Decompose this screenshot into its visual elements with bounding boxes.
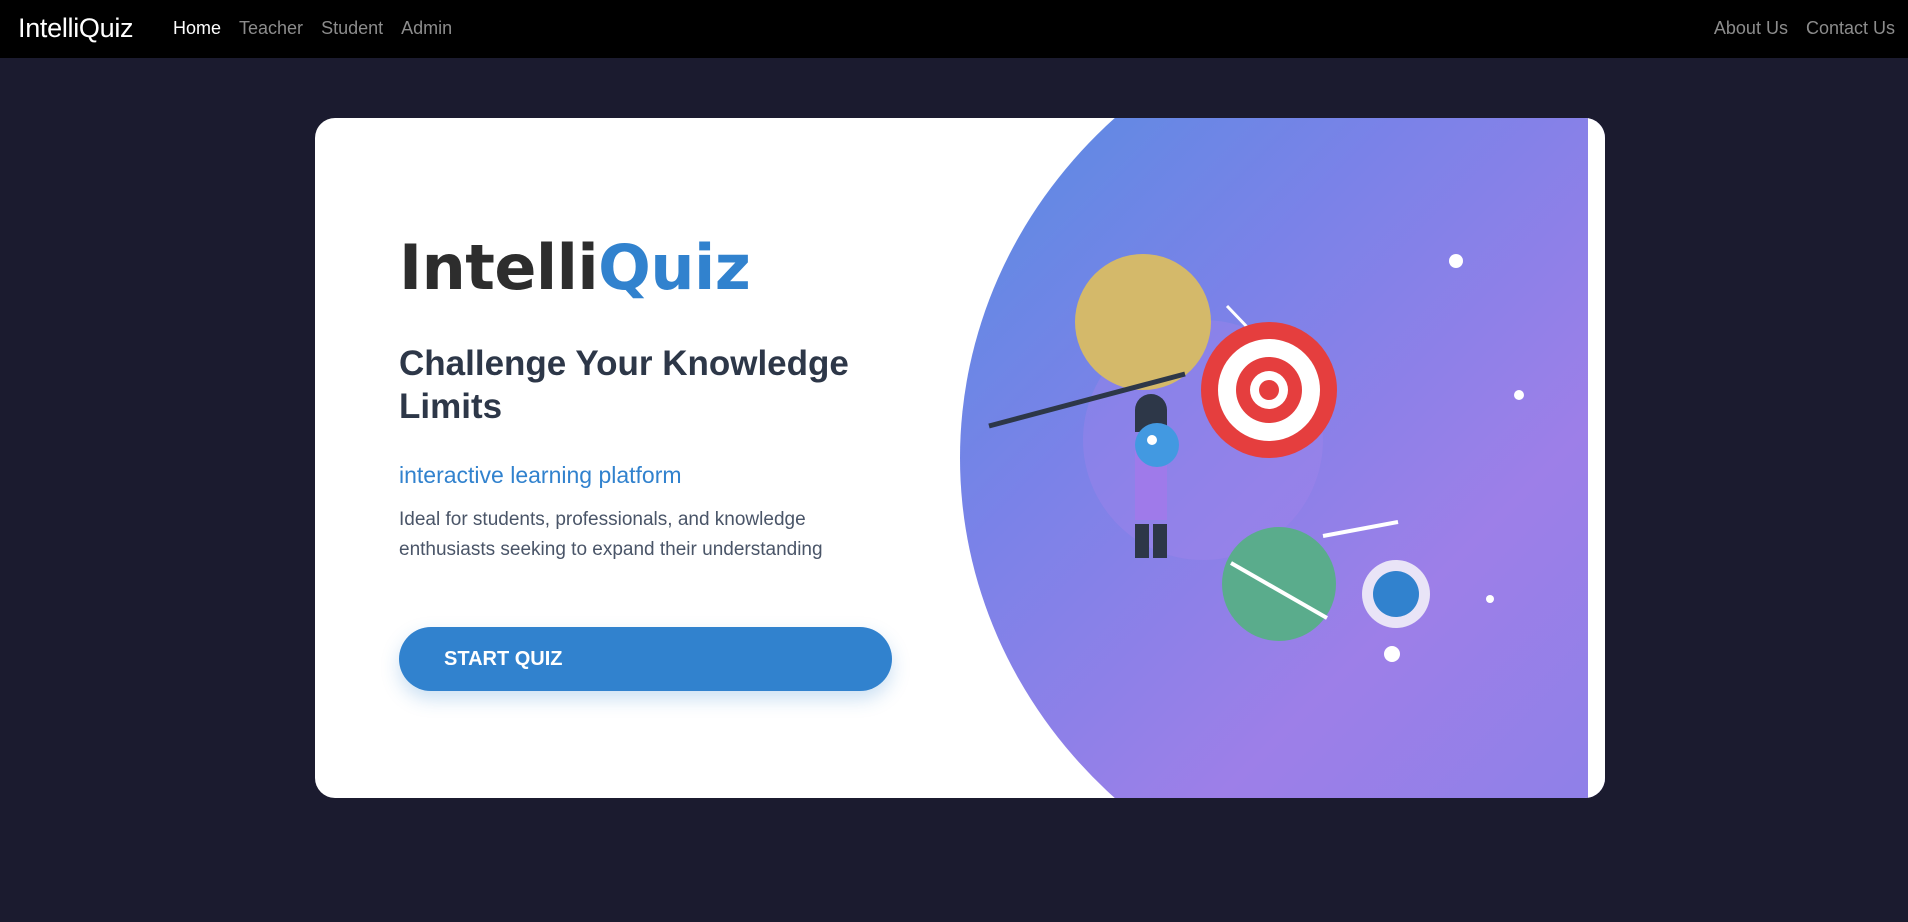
nav-right-group: About Us Contact Us	[1714, 18, 1895, 39]
hero-illustration	[988, 254, 1524, 662]
star-icon	[1486, 595, 1494, 603]
hero-title-part2: Quiz	[598, 231, 751, 304]
top-navbar: IntelliQuiz Home Teacher Student Admin A…	[0, 0, 1908, 58]
nav-home[interactable]: Home	[173, 18, 221, 39]
brand-logo[interactable]: IntelliQuiz	[18, 13, 134, 44]
hero-headline: Challenge Your Knowledge Limits	[399, 344, 849, 426]
sun-icon	[1075, 254, 1211, 390]
hero-title-part1: Intelli	[399, 231, 599, 304]
ring-icon	[1362, 560, 1430, 628]
nav-left-group: Home Teacher Student Admin	[173, 18, 452, 39]
spark-line	[1322, 520, 1399, 538]
planet-icon	[1222, 527, 1336, 641]
nav-contact-us[interactable]: Contact Us	[1806, 18, 1895, 39]
hero-card: IntelliQuiz Challenge Your Knowledge Lim…	[315, 118, 1605, 798]
star-icon	[1384, 646, 1400, 662]
star-icon	[1514, 390, 1524, 400]
star-icon	[1449, 254, 1463, 268]
nav-teacher[interactable]: Teacher	[239, 18, 303, 39]
hero-title: IntelliQuiz	[399, 231, 751, 304]
nav-admin[interactable]: Admin	[401, 18, 452, 39]
nav-student[interactable]: Student	[321, 18, 383, 39]
hero-description: Ideal for students, professionals, and k…	[399, 509, 823, 560]
hero-subtitle: interactive learning platform	[399, 462, 682, 488]
start-quiz-button[interactable]: START QUIZ	[399, 627, 892, 691]
target-icon	[1201, 322, 1337, 458]
nav-about-us[interactable]: About Us	[1714, 18, 1788, 39]
